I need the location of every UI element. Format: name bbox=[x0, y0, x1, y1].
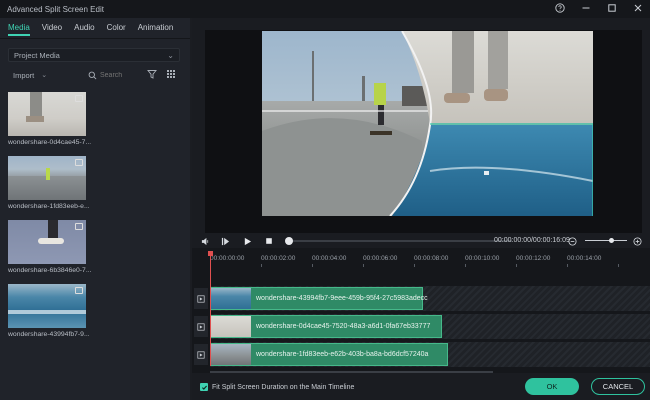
search-input[interactable] bbox=[100, 71, 136, 79]
clip-label: wondershare-1fd83eeb-e62b-403b-ba8a-bd6d… bbox=[256, 351, 429, 358]
media-thumbnail bbox=[8, 156, 86, 200]
close-icon[interactable] bbox=[632, 2, 644, 14]
cancel-button[interactable]: CANCEL bbox=[591, 378, 645, 395]
import-button[interactable]: Import ⌄ bbox=[8, 68, 54, 82]
timeline-track: wondershare-43994fb7-9eee-459b-95f4-27c5… bbox=[192, 286, 650, 311]
ruler-label: 00:00:04:00 bbox=[312, 255, 347, 262]
filter-icon[interactable] bbox=[147, 69, 157, 79]
fit-duration-option[interactable]: Fit Split Screen Duration on the Main Ti… bbox=[200, 383, 354, 391]
tab-animation[interactable]: Animation bbox=[138, 18, 174, 38]
window-title: Advanced Split Screen Edit bbox=[7, 4, 104, 14]
ruler-tick bbox=[618, 264, 619, 267]
tab-divider bbox=[0, 38, 190, 39]
video-track-icon bbox=[194, 288, 208, 309]
playback-controls: 00:00:00:00/00:00:16:09 bbox=[192, 233, 650, 249]
chevron-down-icon: ⌄ bbox=[167, 50, 174, 60]
progress-track[interactable] bbox=[288, 240, 512, 242]
clip-thumbnail bbox=[211, 344, 251, 365]
media-item[interactable]: wondershare-6b3846e0-7... bbox=[8, 220, 92, 274]
ruler-label: 00:00:10:00 bbox=[465, 255, 500, 262]
maximize-icon[interactable] bbox=[606, 2, 618, 14]
ruler-label: 00:00:12:00 bbox=[516, 255, 551, 262]
ruler-label: 00:00:14:00 bbox=[567, 255, 602, 262]
video-badge-icon bbox=[75, 159, 83, 166]
title-bar: Advanced Split Screen Edit bbox=[0, 0, 650, 18]
media-name: wondershare-1fd83eeb-e... bbox=[8, 203, 90, 210]
ruler-label: 00:00:02:00 bbox=[261, 255, 296, 262]
clip-label: wondershare-0d4cae45-7520-48a3-a6d1-0fa6… bbox=[256, 323, 431, 330]
dropdown-value: Project Media bbox=[14, 50, 60, 60]
video-badge-icon bbox=[75, 95, 83, 102]
video-badge-icon bbox=[75, 223, 83, 230]
ruler-label: 00:00:08:00 bbox=[414, 255, 449, 262]
fit-duration-checkbox[interactable] bbox=[200, 383, 208, 391]
help-icon[interactable] bbox=[554, 2, 566, 14]
clip-thumbnail bbox=[211, 288, 251, 309]
project-media-dropdown[interactable]: Project Media ⌄ bbox=[8, 48, 180, 62]
grid-view-icon[interactable] bbox=[166, 69, 176, 79]
fit-duration-label: Fit Split Screen Duration on the Main Ti… bbox=[212, 383, 355, 391]
progress-handle[interactable] bbox=[285, 237, 293, 245]
ruler-label: 00:00:06:00 bbox=[363, 255, 398, 262]
tab-bar: Media Video Audio Color Animation bbox=[0, 18, 173, 38]
minimize-icon[interactable] bbox=[580, 2, 592, 14]
preview-canvas bbox=[262, 31, 593, 216]
tab-video[interactable]: Video bbox=[42, 18, 62, 38]
video-badge-icon bbox=[75, 287, 83, 294]
time-ruler: 00:00:00:00 00:00:02:00 00:00:04:00 00:0… bbox=[210, 255, 650, 267]
ruler-label: 00:00:00:00 bbox=[210, 255, 245, 262]
ruler-tick bbox=[312, 264, 313, 267]
editor-panel: 00:00:00:00/00:00:16:09 00:00:00:00 00:0… bbox=[192, 18, 650, 400]
media-item[interactable]: wondershare-0d4cae45-7... bbox=[8, 92, 92, 146]
clip-label: wondershare-43994fb7-9eee-459b-95f4-27c5… bbox=[256, 295, 428, 302]
split-screen-preview[interactable] bbox=[262, 31, 593, 216]
chevron-down-icon: ⌄ bbox=[41, 72, 48, 79]
video-track-icon bbox=[194, 316, 208, 337]
timeline-clip[interactable]: wondershare-0d4cae45-7520-48a3-a6d1-0fa6… bbox=[210, 315, 442, 338]
ruler-tick bbox=[363, 264, 364, 267]
media-panel: Media Video Audio Color Animation Projec… bbox=[0, 18, 190, 400]
step-back-icon[interactable] bbox=[220, 236, 230, 246]
volume-icon[interactable] bbox=[200, 236, 210, 246]
ruler-tick bbox=[261, 264, 262, 267]
zoom-out-icon[interactable] bbox=[567, 236, 577, 246]
media-name: wondershare-6b3846e0-7... bbox=[8, 267, 92, 274]
ruler-tick bbox=[516, 264, 517, 267]
timeline: 00:00:00:00 00:00:02:00 00:00:04:00 00:0… bbox=[192, 248, 650, 373]
ruler-tick bbox=[567, 264, 568, 267]
clip-thumbnail bbox=[211, 316, 251, 337]
media-thumbnail bbox=[8, 284, 86, 328]
play-icon[interactable] bbox=[242, 236, 252, 246]
preview-area bbox=[205, 30, 642, 233]
media-thumbnail bbox=[8, 220, 86, 264]
zoom-in-icon[interactable] bbox=[632, 236, 642, 246]
timeline-track: wondershare-1fd83eeb-e62b-403b-ba8a-bd6d… bbox=[192, 342, 650, 367]
video-track-icon bbox=[194, 344, 208, 365]
timeline-clip[interactable]: wondershare-1fd83eeb-e62b-403b-ba8a-bd6d… bbox=[210, 343, 448, 366]
timeline-clip[interactable]: wondershare-43994fb7-9eee-459b-95f4-27c5… bbox=[210, 287, 428, 310]
media-name: wondershare-43994fb7-9... bbox=[8, 331, 90, 338]
tab-audio[interactable]: Audio bbox=[74, 18, 94, 38]
ruler-tick bbox=[414, 264, 415, 267]
dialog-footer: Fit Split Screen Duration on the Main Ti… bbox=[192, 374, 650, 400]
tab-media[interactable]: Media bbox=[8, 18, 30, 38]
window-controls bbox=[554, 2, 644, 14]
search-box bbox=[88, 68, 138, 82]
import-label: Import bbox=[13, 70, 35, 80]
media-item[interactable]: wondershare-1fd83eeb-e... bbox=[8, 156, 90, 210]
stop-icon[interactable] bbox=[264, 236, 274, 246]
zoom-slider-handle[interactable] bbox=[609, 238, 614, 243]
timeline-scrollbar[interactable] bbox=[210, 371, 493, 373]
ruler-tick bbox=[465, 264, 466, 267]
timeline-track: wondershare-0d4cae45-7520-48a3-a6d1-0fa6… bbox=[192, 314, 650, 339]
media-item[interactable]: wondershare-43994fb7-9... bbox=[8, 284, 90, 338]
playhead[interactable] bbox=[210, 251, 211, 366]
media-name: wondershare-0d4cae45-7... bbox=[8, 139, 92, 146]
tab-color[interactable]: Color bbox=[107, 18, 126, 38]
media-thumbnail bbox=[8, 92, 86, 136]
zoom-slider[interactable] bbox=[585, 240, 627, 241]
timecode: 00:00:00:00/00:00:16:09 bbox=[494, 237, 570, 244]
ok-button[interactable]: OK bbox=[525, 378, 579, 395]
search-icon bbox=[88, 71, 97, 79]
